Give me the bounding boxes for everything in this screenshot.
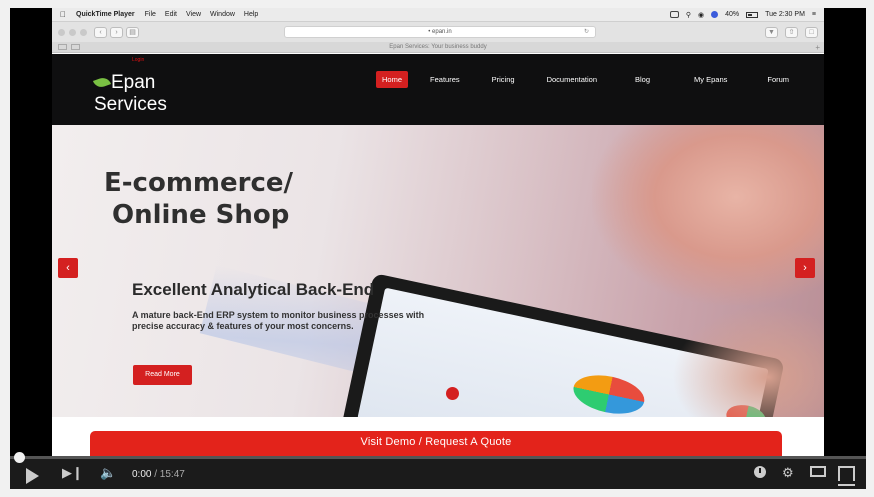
logo-text-line2: Services (94, 94, 167, 115)
carousel-indicator (446, 387, 459, 400)
menubar-item-file: File (138, 11, 156, 18)
video-player[interactable]:  QuickTime Player File Edit View Window… (10, 8, 866, 489)
hero-title: E-commerce/ Online Shop (104, 167, 293, 231)
battery-icon (746, 11, 759, 18)
time-display: 0:00 / 15:47 (132, 469, 185, 480)
current-time: 0:00 (132, 469, 152, 480)
menu-list-icon: ≡ (811, 11, 816, 18)
menubar-item-window: Window (204, 11, 235, 18)
forward-icon: › (110, 26, 123, 38)
browser-toolbar: ‹ › ▤ • epan.in ↻ ▼ ⇧ □ (52, 22, 824, 42)
window-minimize-button (69, 28, 76, 36)
nav-my-epans: My Epans (694, 75, 728, 84)
video-frame:  QuickTime Player File Edit View Window… (52, 8, 824, 456)
volume-icon[interactable]: 🔈 (100, 466, 116, 480)
visit-demo-button: Visit Demo / Request A Quote (90, 431, 782, 456)
address-url: epan.in (432, 29, 452, 35)
tabs-icon: □ (805, 26, 818, 38)
fullscreen-icon[interactable] (838, 466, 855, 486)
nav-features: Features (430, 75, 460, 84)
window-zoom-button (80, 28, 87, 36)
play-icon[interactable] (26, 468, 39, 484)
chevron-left-icon: ‹ (58, 258, 78, 278)
hero-title-line1: E-commerce/ (104, 168, 294, 198)
nav-home: Home (376, 71, 409, 88)
watch-later-icon[interactable] (754, 466, 766, 481)
login-link: Login (132, 57, 145, 63)
player-controls: ▶❙ 🔈 0:00 / 15:47 ⚙ (10, 452, 866, 489)
nav-blog: Blog (635, 75, 651, 84)
hero-subtitle: Excellent Analytical Back-End (132, 280, 375, 299)
screen-record-icon (669, 11, 679, 18)
menubar-item-view: View (179, 11, 201, 18)
next-icon[interactable]: ▶❙ (62, 466, 83, 480)
logo-text-line1: Epan (111, 72, 156, 93)
progress-scrubber[interactable] (14, 452, 25, 463)
settings-icon[interactable]: ⚙ (782, 466, 794, 480)
share-icon: ⇧ (785, 26, 798, 38)
browser-tab-bar: Epan Services: Your business buddy + (52, 42, 824, 53)
read-more-button: Read More (133, 365, 192, 385)
address-bar: • epan.in ↻ (284, 26, 596, 38)
hero-carousel: E-commerce/ Online Shop Excellent Analyt… (52, 125, 824, 417)
site-header: Login Epan Services Home Features Pricin… (52, 54, 824, 125)
spotlight-icon: ⚲ (685, 11, 691, 19)
wifi-icon: ◉ (697, 11, 705, 19)
nav-documentation: Documentation (546, 75, 598, 84)
theater-icon[interactable] (810, 466, 826, 480)
pie-chart-icon (569, 369, 648, 417)
menubar-clock: Tue 2:30 PM (765, 11, 805, 18)
bookmarks-icon (58, 44, 67, 50)
top-sites-icon (71, 44, 80, 50)
site-logo: Epan Services (92, 72, 167, 116)
nav-forum: Forum (767, 75, 790, 84)
window-close-button (58, 28, 65, 36)
reload-icon: ↻ (583, 29, 589, 35)
back-icon: ‹ (94, 26, 107, 38)
new-tab-icon: + (815, 43, 820, 52)
hero-hand-image (672, 305, 824, 417)
sidebar-icon: ▤ (126, 26, 139, 38)
battery-percent: 40% (725, 11, 740, 18)
menubar-item-edit: Edit (158, 11, 177, 18)
site-nav: Home Features Pricing Documentation Blog… (376, 71, 795, 88)
apple-icon:  (60, 10, 66, 19)
chevron-right-icon: › (795, 258, 815, 278)
duration: / 15:47 (154, 469, 185, 480)
app-status-icon (711, 11, 719, 18)
macos-menu-bar:  QuickTime Player File Edit View Window… (52, 8, 824, 22)
hero-title-line2: Online Shop (112, 200, 290, 230)
tab-title: Epan Services: Your business buddy (389, 44, 487, 50)
progress-bar[interactable] (10, 456, 866, 459)
hero-description: A mature back-End ERP system to monitor … (132, 310, 425, 331)
cta-section: Visit Demo / Request A Quote (52, 417, 824, 456)
downloads-icon: ▼ (765, 26, 778, 38)
hero-hand-image (592, 125, 824, 305)
menubar-app-name: QuickTime Player (70, 11, 135, 18)
menubar-item-help: Help (237, 11, 258, 18)
nav-pricing: Pricing (491, 75, 515, 84)
leaf-icon (92, 76, 112, 90)
